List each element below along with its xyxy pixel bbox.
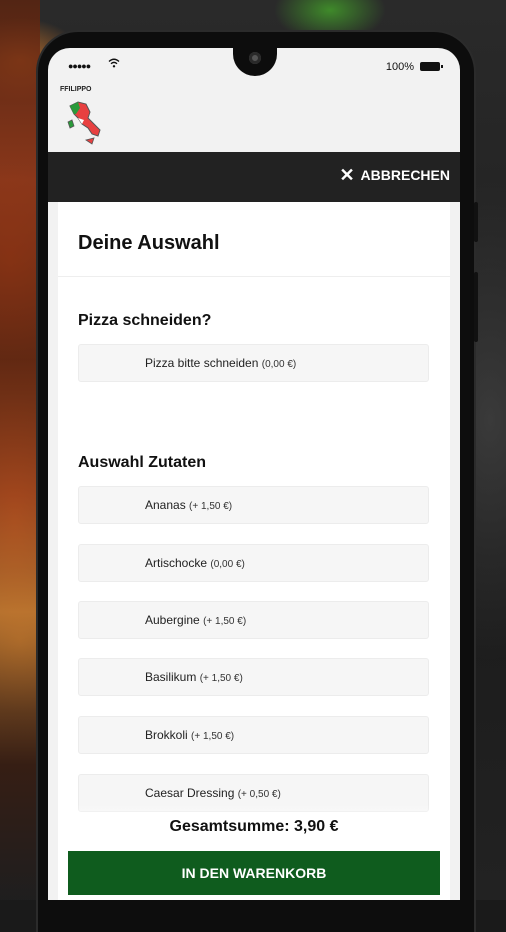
option-price: (+ 1,50 €)	[203, 616, 247, 627]
battery-percent: 100%	[385, 61, 414, 73]
section-title-toppings: Auswahl Zutaten	[78, 454, 207, 471]
option-label: Brokkoli	[145, 728, 188, 742]
brand-logo[interactable]: FFILIPPO	[60, 86, 110, 148]
selection-sheet: Deine Auswahl Pizza schneiden? Pizza bit…	[58, 202, 450, 900]
cancel-label: ABBRECHEN	[360, 167, 450, 183]
status-bar: ●●●●● 100%	[48, 48, 460, 84]
option-label: Aubergine	[145, 613, 200, 627]
option-price: (0,00 €)	[261, 359, 297, 370]
add-to-cart-button[interactable]: IN DEN WARENKORB	[68, 851, 440, 895]
option-label: Caesar Dressing	[145, 786, 235, 800]
option-label: Ananas	[145, 498, 186, 512]
battery-icon	[420, 62, 443, 71]
cancel-button[interactable]: ✕ ABBRECHEN	[339, 165, 450, 185]
sheet-title: Deine Auswahl	[78, 232, 220, 254]
option-price: (0,00 €)	[210, 559, 245, 570]
signal-icon: ●●●●●	[68, 61, 91, 71]
option-ananas[interactable]: Ananas (+ 1,50 €)	[78, 486, 429, 524]
total-sum: Gesamtsumme: 3,90 €	[169, 818, 339, 835]
top-bar: ✕ ABBRECHEN	[48, 152, 460, 202]
option-artischocke[interactable]: Artischocke (0,00 €)	[78, 544, 429, 582]
pizza-photo-edge	[0, 0, 40, 900]
phone-side-button	[474, 202, 478, 242]
option-price: (+ 1,50 €)	[199, 673, 243, 684]
app-screen: ●●●●● 100% FFILIPPO ✕ ABBRECHEN Deine Au…	[48, 48, 460, 900]
option-price: (+ 1,50 €)	[191, 731, 235, 742]
phone-side-button	[474, 272, 478, 342]
option-brokkoli[interactable]: Brokkoli (+ 1,50 €)	[78, 716, 429, 754]
wifi-icon	[108, 58, 120, 71]
brand-name: FFILIPPO	[60, 86, 92, 93]
option-price: (+ 0,50 €)	[237, 789, 281, 800]
section-title-cut: Pizza schneiden?	[78, 312, 212, 329]
close-icon: ✕	[339, 165, 355, 185]
italy-map-logo	[67, 101, 101, 145]
option-label: Pizza bitte schneiden	[145, 356, 259, 370]
option-cut-pizza[interactable]: Pizza bitte schneiden (0,00 €)	[78, 344, 429, 382]
option-label: Basilikum	[145, 670, 197, 684]
divider	[58, 276, 450, 277]
option-label: Artischocke	[145, 556, 208, 570]
option-basilikum[interactable]: Basilikum (+ 1,50 €)	[78, 658, 429, 696]
option-aubergine[interactable]: Aubergine (+ 1,50 €)	[78, 601, 429, 639]
option-price: (+ 1,50 €)	[189, 501, 233, 512]
